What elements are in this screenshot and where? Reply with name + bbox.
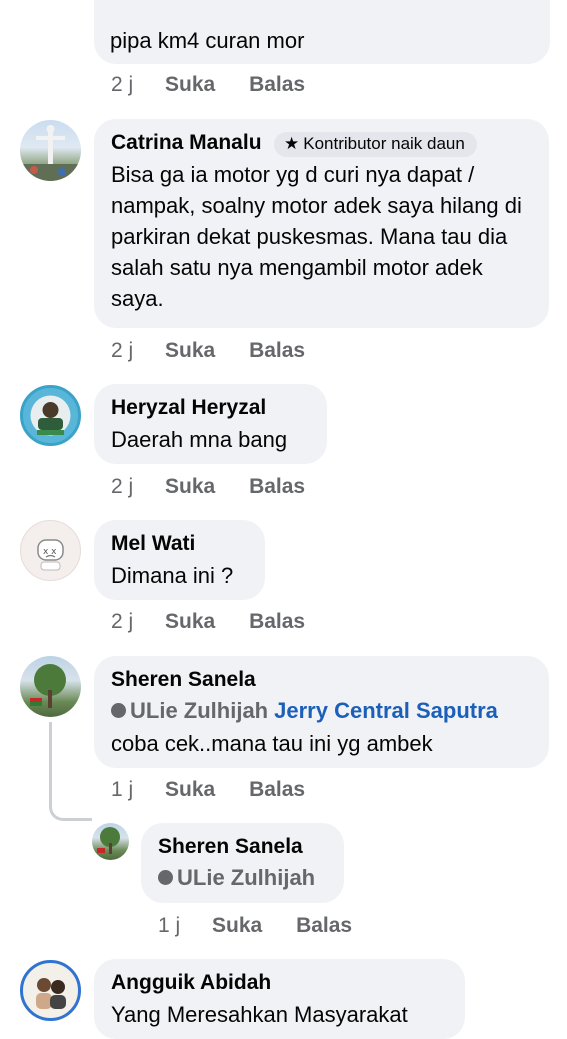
comment-bubble[interactable]: Angguik Abidah Yang Meresahkan Masyaraka… [94, 959, 465, 1039]
comment-bubble[interactable]: pipa km4 curan mor [94, 0, 550, 64]
tag-line: ULie Zulhijah [158, 863, 315, 893]
comment-text: Dimana ini ? [111, 563, 234, 588]
comment-time[interactable]: 2 j [111, 475, 133, 499]
comment-actions: 2 j Suka Balas [111, 610, 305, 634]
comment-bubble[interactable]: Mel Wati Dimana ini ? [94, 520, 265, 600]
tag-line: ULie Zulhijah Jerry Central Saputra [111, 696, 498, 726]
avatar[interactable] [20, 960, 81, 1021]
contributor-badge: ★ Kontributor naik daun [273, 132, 477, 158]
commenter-name[interactable]: Heryzal Heryzal [111, 396, 266, 420]
badge-label: Kontributor naik daun [303, 134, 465, 154]
like-button[interactable]: Suka [165, 73, 215, 97]
avatar[interactable] [20, 656, 81, 717]
comment-text: coba cek..mana tau ini yg ambek [111, 731, 433, 756]
comment-time[interactable]: 1 j [111, 778, 133, 802]
comment-bubble[interactable]: Sheren Sanela ULie Zulhijah [141, 823, 344, 903]
comment-time[interactable]: 1 j [158, 914, 180, 938]
tagged-user[interactable]: ULie Zulhijah [177, 865, 315, 890]
tagged-user[interactable]: ULie Zulhijah [130, 698, 268, 723]
reply-button[interactable]: Balas [249, 610, 305, 634]
comment-actions: 1 j Suka Balas [111, 778, 305, 802]
comment-text: Daerah mna bang [111, 427, 288, 452]
reply-button[interactable]: Balas [249, 73, 305, 97]
profile-tag-icon [158, 869, 173, 885]
reply-button[interactable]: Balas [249, 778, 305, 802]
comment-actions: 2 j Suka Balas [111, 73, 305, 97]
comment-actions: 2 j Suka Balas [111, 475, 305, 499]
thread-line [49, 722, 92, 821]
comment-text: Yang Meresahkan Masyarakat [111, 1002, 408, 1027]
comment-bubble[interactable]: Heryzal Heryzal Daerah mna bang [94, 384, 327, 464]
comment-bubble[interactable]: Sheren Sanela ULie Zulhijah Jerry Central… [94, 656, 549, 768]
statue-icon [20, 125, 81, 181]
avatar[interactable] [20, 120, 81, 181]
comment-time[interactable]: 2 j [111, 339, 133, 363]
tree-icon [30, 664, 66, 708]
commenter-name[interactable]: Catrina Manalu [111, 131, 262, 155]
avatar[interactable] [92, 823, 129, 860]
commenter-name[interactable]: Angguik Abidah [111, 971, 271, 995]
comment-actions: 1 j Suka Balas [158, 914, 352, 938]
comment-time[interactable]: 2 j [111, 73, 133, 97]
like-button[interactable]: Suka [165, 339, 215, 363]
like-button[interactable]: Suka [165, 475, 215, 499]
like-button[interactable]: Suka [165, 778, 215, 802]
face-icon: x x [37, 539, 64, 571]
commenter-name[interactable]: Sheren Sanela [111, 668, 256, 692]
tree-icon [97, 827, 120, 854]
reply-button[interactable]: Balas [296, 914, 352, 938]
profile-tag-icon [111, 702, 126, 718]
comment-text: Bisa ga ia motor yg d curi nya dapat / n… [111, 162, 522, 311]
like-button[interactable]: Suka [165, 610, 215, 634]
commenter-name[interactable]: Sheren Sanela [158, 835, 303, 859]
star-icon: ★ [283, 134, 300, 154]
comment-actions: 2 j Suka Balas [111, 339, 305, 363]
reply-button[interactable]: Balas [249, 339, 305, 363]
tagged-user-link[interactable]: Jerry Central Saputra [274, 698, 498, 723]
like-button[interactable]: Suka [212, 914, 262, 938]
commenter-name[interactable]: Mel Wati [111, 532, 195, 556]
avatar[interactable] [20, 385, 81, 446]
avatar[interactable]: x x [20, 520, 81, 581]
comment-bubble[interactable]: Catrina Manalu ★ Kontributor naik daun Bi… [94, 119, 549, 328]
couple-icon [36, 978, 66, 1009]
reply-button[interactable]: Balas [249, 475, 305, 499]
person-icon [30, 395, 71, 436]
comment-time[interactable]: 2 j [111, 610, 133, 634]
comment-text: pipa km4 curan mor [110, 28, 305, 53]
